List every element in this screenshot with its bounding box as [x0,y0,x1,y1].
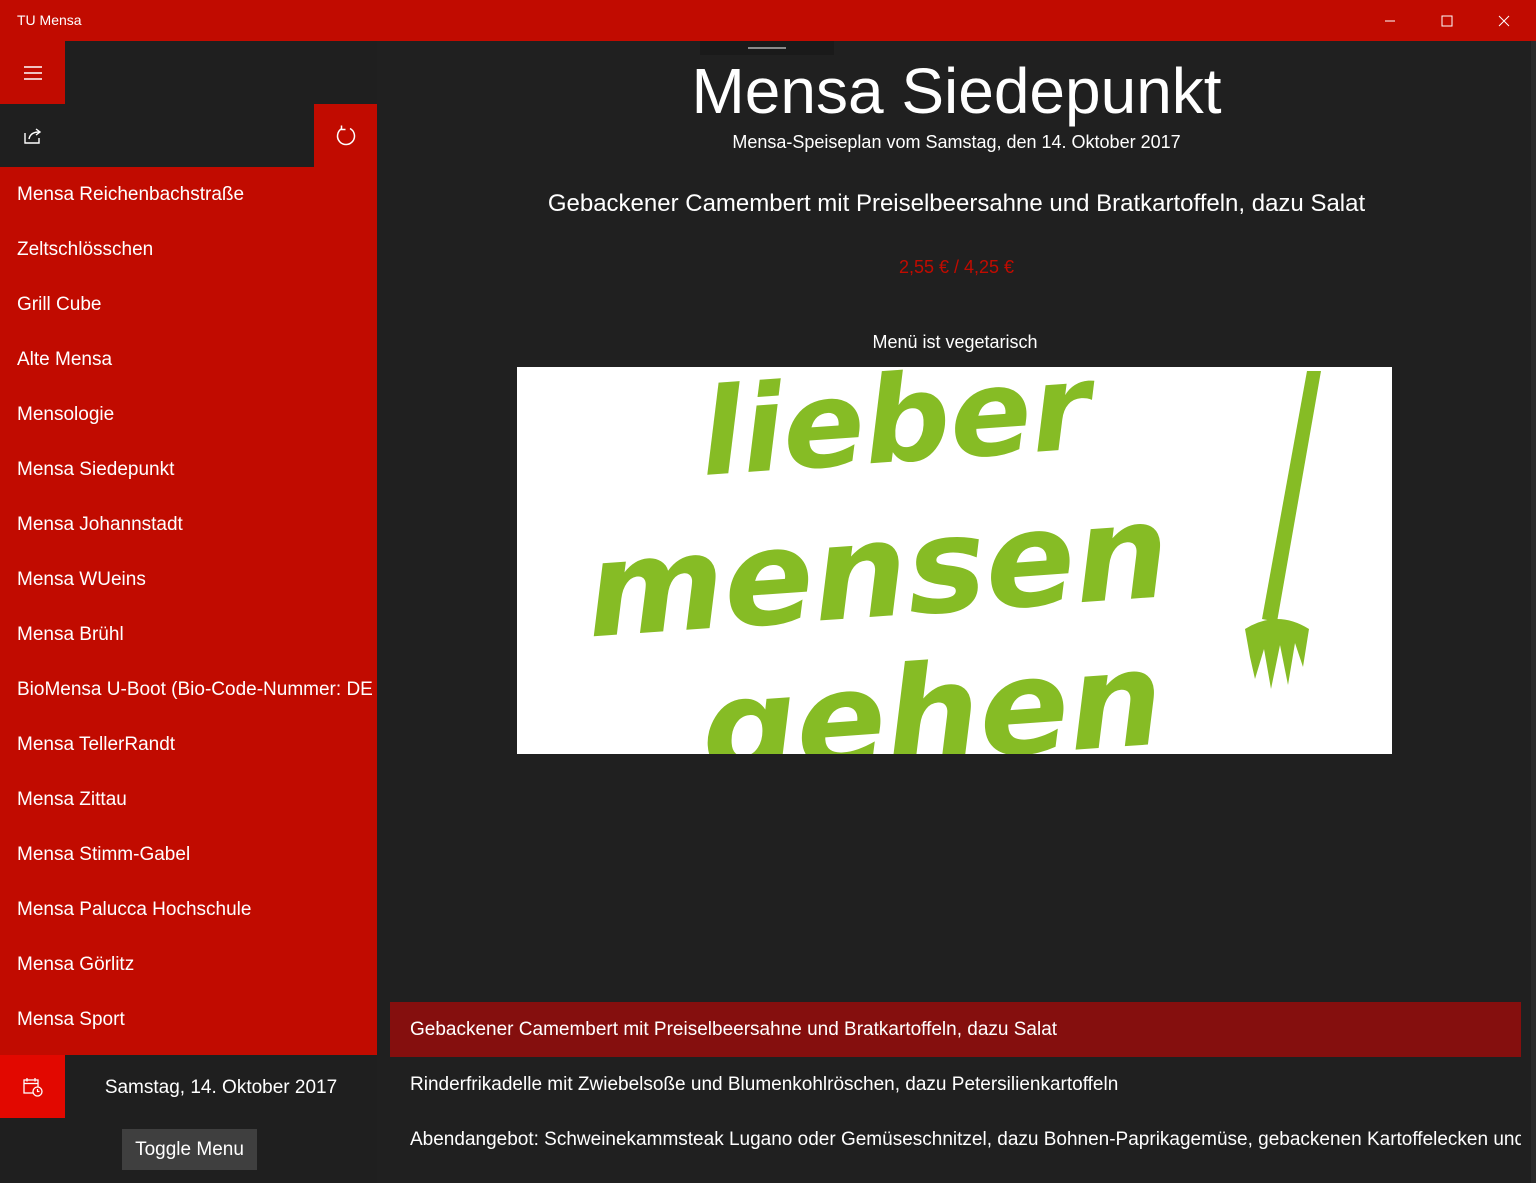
close-icon [1498,15,1509,26]
calendar-button[interactable] [0,1055,65,1118]
menu-list: Gebackener Camembert mit Preiselbeersahn… [390,1002,1521,1167]
share-icon [23,127,41,144]
selected-date: Samstag, 14. Oktober 2017 [104,1077,338,1098]
lieber-mensen-gehen-logo: lieber mensen gehen [517,367,1392,754]
mensa-item-johannstadt[interactable]: Mensa Johannstadt [0,497,377,552]
dish-title: Gebackener Camembert mit Preiselbeersahn… [547,190,1366,217]
vegetarian-label: Menü ist vegetarisch [872,332,1038,352]
dish-price: 2,55 € / 4,25 € [898,257,1015,277]
window-edge [1531,41,1536,1183]
mensa-item-zittau[interactable]: Mensa Zittau [0,772,377,827]
mensa-item-mensologie[interactable]: Mensologie [0,387,377,442]
mensa-item-siedepunkt[interactable]: Mensa Siedepunkt [0,442,377,497]
drag-handle-grip [748,47,786,49]
hamburger-button[interactable] [0,41,65,104]
close-button[interactable] [1475,0,1532,41]
fork-icon [1245,371,1321,689]
toggle-menu-button[interactable]: Toggle Menu [122,1129,257,1170]
hamburger-icon [23,65,42,80]
mensa-item-zeltschloesschen[interactable]: Zeltschlösschen [0,222,377,277]
mensa-item-reichenbachstrasse[interactable]: Mensa Reichenbachstraße [0,167,377,222]
title-bar: TU Mensa [0,0,1536,41]
minimize-button[interactable] [1361,0,1418,41]
mensa-item-stimm-gabel[interactable]: Mensa Stimm-Gabel [0,827,377,882]
mensa-item-sport[interactable]: Mensa Sport [0,992,377,1047]
calendar-icon [22,1077,43,1097]
share-button[interactable] [0,104,65,167]
menu-item[interactable]: Gebackener Camembert mit Preiselbeersahn… [390,1002,1521,1057]
mensa-item-grill-cube[interactable]: Grill Cube [0,277,377,332]
date-row: Samstag, 14. Oktober 2017 [0,1055,377,1118]
mensa-item-goerlitz[interactable]: Mensa Görlitz [0,937,377,992]
mensa-item-bruehl[interactable]: Mensa Brühl [0,607,377,662]
maximize-icon [1441,15,1452,26]
maximize-button[interactable] [1418,0,1475,41]
sidebar: Mensa Reichenbachstraße Zeltschlösschen … [0,41,377,1183]
mensa-item-biomensa-u-boot[interactable]: BioMensa U-Boot (Bio-Code-Nummer: DE [0,662,377,717]
main-content: Mensa Siedepunkt Mensa-Speiseplan vom Sa… [377,41,1536,1183]
mensa-item-wueins[interactable]: Mensa WUeins [0,552,377,607]
refresh-icon [336,125,355,145]
page-subtitle: Mensa-Speiseplan vom Samstag, den 14. Ok… [732,132,1181,152]
mensa-item-alte-mensa[interactable]: Alte Mensa [0,332,377,387]
mensa-item-palucca-hochschule[interactable]: Mensa Palucca Hochschule [0,882,377,937]
menu-item[interactable]: Rinderfrikadelle mit Zwiebelsoße und Blu… [390,1057,1521,1112]
page-title: Mensa Siedepunkt [691,55,1222,127]
refresh-button[interactable] [314,104,377,167]
mensa-item-tellerrandt[interactable]: Mensa TellerRandt [0,717,377,772]
mensa-list: Mensa Reichenbachstraße Zeltschlösschen … [0,167,377,1055]
menu-item[interactable]: Abendangebot: Schweinekammsteak Lugano o… [390,1112,1521,1167]
minimize-icon [1384,20,1395,21]
app-title: TU Mensa [17,12,82,28]
drag-handle[interactable] [700,41,834,55]
